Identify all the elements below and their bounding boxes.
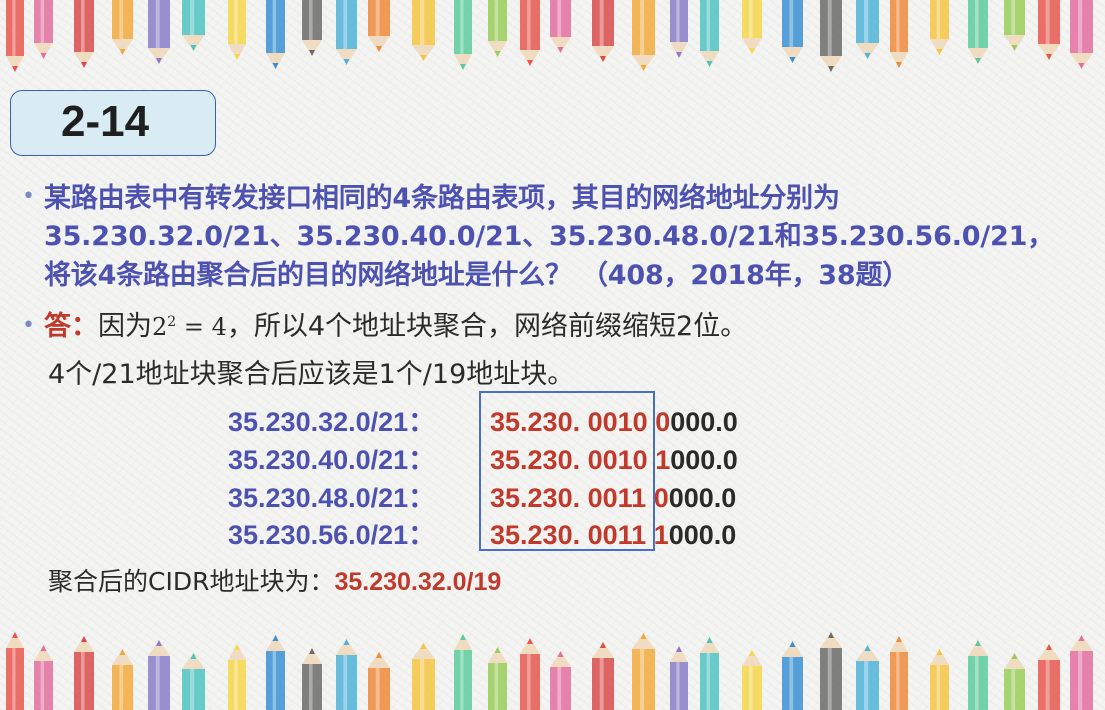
pencil-decoration bbox=[6, 0, 24, 72]
source-cidr: 35.230.56.0/21： bbox=[228, 520, 436, 550]
pencil-decoration bbox=[520, 638, 540, 710]
pencil-decoration bbox=[368, 0, 390, 52]
binary-rest: 000.0 bbox=[668, 483, 737, 513]
pencil-decoration bbox=[1004, 0, 1025, 51]
pencil-decoration bbox=[6, 632, 24, 710]
pencil-decoration bbox=[336, 0, 357, 65]
pencil-decoration bbox=[856, 645, 879, 710]
pencil-decoration bbox=[228, 0, 246, 60]
pencil-decoration bbox=[670, 646, 688, 710]
pencil-decoration bbox=[632, 0, 655, 71]
pencil-decoration bbox=[890, 0, 908, 68]
pencil-decoration bbox=[488, 647, 507, 710]
pencil-decoration bbox=[1038, 644, 1060, 710]
bullet-icon: • bbox=[22, 184, 35, 209]
pencil-decoration bbox=[182, 653, 205, 710]
pencil-decoration bbox=[700, 637, 719, 710]
source-cidr: 35.230.48.0/21： bbox=[228, 483, 436, 513]
bullet-icon: • bbox=[22, 313, 35, 338]
question-line-2: 35.230.32.0/21、35.230.40.0/21、35.230.48.… bbox=[44, 221, 1054, 252]
pencil-decoration bbox=[592, 642, 614, 710]
top-pencil-decoration bbox=[0, 0, 1105, 82]
pencil-decoration bbox=[550, 0, 571, 53]
pencil-decoration bbox=[302, 0, 322, 56]
source-cidr: 35.230.40.0/21： bbox=[228, 445, 436, 475]
pencil-decoration bbox=[148, 640, 170, 710]
bottom-pencil-decoration bbox=[0, 622, 1105, 710]
pencil-decoration bbox=[820, 632, 842, 710]
pencil-decoration bbox=[782, 641, 803, 710]
result-line: 聚合后的CIDR地址块为：35.230.32.0/19 bbox=[48, 562, 501, 598]
answer-math: 22 = 4 bbox=[152, 313, 227, 341]
pencil-decoration bbox=[1070, 635, 1093, 710]
pencil-decoration bbox=[700, 0, 719, 67]
answer-text-before: 因为 bbox=[98, 311, 152, 342]
pencil-decoration bbox=[336, 639, 357, 710]
pencil-decoration bbox=[742, 0, 762, 54]
pencil-decoration bbox=[820, 0, 842, 72]
pencil-decoration bbox=[930, 0, 949, 55]
pencil-decoration bbox=[74, 0, 94, 68]
pencil-decoration bbox=[550, 651, 571, 710]
pencil-decoration bbox=[148, 0, 170, 64]
common-prefix-highlight-box bbox=[479, 391, 655, 551]
result-label: 聚合后的CIDR地址块为： bbox=[48, 567, 335, 596]
pencil-decoration bbox=[890, 636, 908, 710]
pencil-decoration bbox=[968, 0, 988, 64]
pencil-decoration bbox=[112, 649, 133, 710]
binary-rest: 000.0 bbox=[670, 445, 738, 475]
pencil-decoration bbox=[520, 0, 540, 66]
pencil-decoration bbox=[368, 652, 390, 710]
pencil-decoration bbox=[34, 645, 53, 710]
slide-title-box: 2-14 bbox=[10, 90, 216, 156]
answer-label: 答： bbox=[44, 311, 98, 342]
question-line-3: 将该4条路由聚合后的目的网络地址是什么？ （408，2018年，38题） bbox=[44, 260, 910, 291]
binary-rest: 000.0 bbox=[670, 407, 738, 437]
pencil-decoration bbox=[34, 0, 53, 59]
pencil-decoration bbox=[112, 0, 133, 55]
pencil-decoration bbox=[1070, 0, 1093, 69]
pencil-decoration bbox=[856, 0, 879, 59]
pencil-decoration bbox=[454, 634, 472, 710]
answer-line-1: 答：因为22 = 4，所以4个地址块聚合，网络前缀缩短2位。 bbox=[44, 304, 747, 343]
pencil-decoration bbox=[782, 0, 803, 63]
pencil-decoration bbox=[742, 650, 762, 710]
answer-line-2: 4个/21地址块聚合后应该是1个/19地址块。 bbox=[48, 359, 575, 390]
binary-varying-bit: 0 bbox=[655, 407, 671, 437]
result-value: 35.230.32.0/19 bbox=[334, 568, 502, 596]
pencil-decoration bbox=[454, 0, 472, 70]
pencil-decoration bbox=[412, 643, 435, 710]
binary-varying-bit: 1 bbox=[653, 520, 669, 550]
binary-varying-bit: 0 bbox=[653, 483, 669, 513]
pencil-decoration bbox=[930, 649, 949, 710]
pencil-decoration bbox=[266, 0, 285, 69]
pencil-decoration bbox=[488, 0, 507, 57]
pencil-decoration bbox=[632, 633, 655, 710]
pencil-decoration bbox=[182, 0, 205, 51]
source-cidr: 35.230.32.0/21： bbox=[228, 407, 436, 437]
binary-varying-bit: 1 bbox=[655, 445, 671, 475]
pencil-decoration bbox=[228, 644, 246, 710]
pencil-decoration bbox=[412, 0, 435, 61]
question-line-1: 某路由表中有转发接口相同的4条路由表项，其目的网络地址分别为 bbox=[44, 183, 840, 214]
pencil-decoration bbox=[670, 0, 688, 58]
answer-text-after: ，所以4个地址块聚合，网络前缀缩短2位。 bbox=[226, 311, 748, 342]
pencil-decoration bbox=[968, 640, 988, 710]
pencil-decoration bbox=[1004, 653, 1025, 710]
pencil-decoration bbox=[1038, 0, 1060, 60]
slide-title: 2-14 bbox=[61, 97, 150, 146]
pencil-decoration bbox=[266, 635, 285, 710]
pencil-decoration bbox=[592, 0, 614, 62]
pencil-decoration bbox=[302, 648, 322, 710]
pencil-decoration bbox=[74, 636, 94, 710]
binary-rest: 000.0 bbox=[668, 520, 737, 550]
